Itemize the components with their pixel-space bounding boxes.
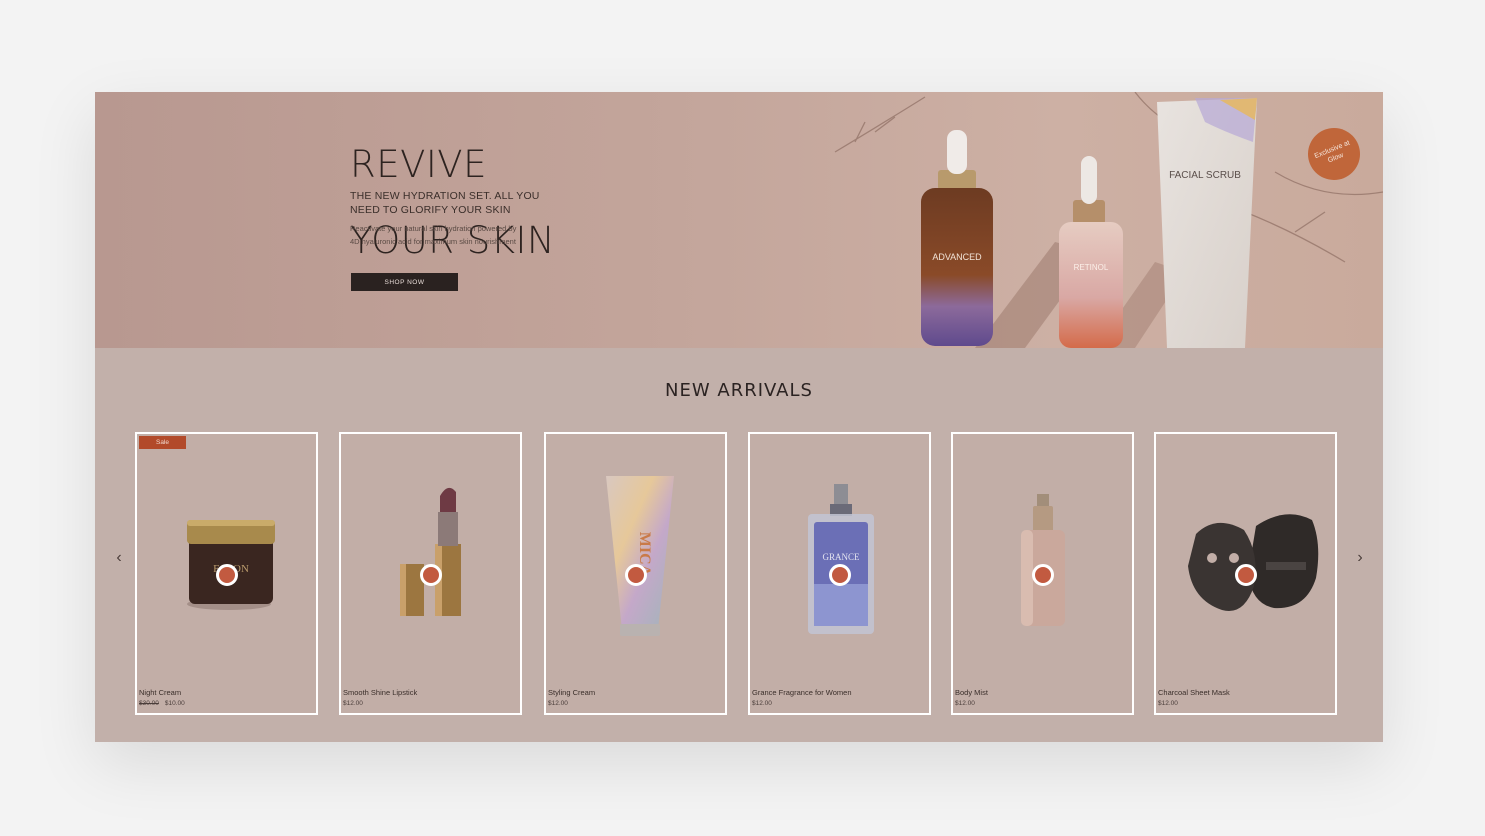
product-sale-price: $10.00 [164, 700, 185, 707]
shop-now-button[interactable]: SHOP NOW [351, 273, 458, 291]
product-price: $12.00 [752, 700, 772, 707]
charcoal-sheet-mask-image [1188, 514, 1319, 611]
body-mist-bottle-image [1021, 494, 1065, 626]
fragrance-bottle-image: GRANCE [808, 484, 874, 634]
product-hotspot[interactable] [829, 564, 851, 586]
product-price: $12.00 [955, 700, 975, 707]
carousel-next-button[interactable]: › [1350, 548, 1370, 568]
styling-cream-tube-image: MICA [606, 476, 674, 636]
svg-text:FACIAL SCRUB: FACIAL SCRUB [1169, 170, 1241, 181]
product-name: Smooth Shine Lipstick [343, 688, 418, 697]
carousel-prev-button[interactable]: ‹ [109, 548, 129, 568]
product-card-body-mist[interactable]: Body Mist $12.00 [951, 432, 1134, 715]
serum-bottle-advanced: ADVANCED [921, 130, 993, 346]
product-price: $30.00 $10.00 [139, 700, 185, 707]
chevron-right-icon: › [1357, 549, 1363, 566]
sale-badge: Sale [139, 436, 186, 449]
hero-description: Reactivate your natural skin hydration p… [350, 224, 517, 246]
product-hotspot[interactable] [1235, 564, 1257, 586]
svg-text:ADVANCED: ADVANCED [932, 252, 982, 262]
product-name: Charcoal Sheet Mask [1158, 688, 1230, 697]
product-hotspot[interactable] [1032, 564, 1054, 586]
product-hotspot[interactable] [420, 564, 442, 586]
chevron-left-icon: ‹ [116, 549, 122, 566]
hero-product-illustration: ADVANCED RETINOL FACIAL SCRUB [834, 92, 1383, 348]
product-name: Grance Fragrance for Women [752, 688, 852, 697]
product-price: $12.00 [343, 700, 363, 707]
hero-title-line-1: REVIVE [350, 143, 487, 186]
night-cream-jar-image: FALON [187, 520, 275, 610]
hero-subtitle: THE NEW HYDRATION SET. ALL YOU NEED TO G… [350, 190, 540, 216]
product-price: $12.00 [1158, 700, 1178, 707]
product-card-lipstick[interactable]: Smooth Shine Lipstick $12.00 [339, 432, 522, 715]
product-name: Styling Cream [548, 688, 596, 697]
svg-text:RETINOL: RETINOL [1074, 263, 1109, 272]
hero-banner: ADVANCED RETINOL FACIAL SCRUB REVIVE YOU… [95, 92, 1383, 348]
product-hotspot[interactable] [625, 564, 647, 586]
product-card-fragrance[interactable]: GRANCE Grance Fragrance for Women $12.00 [748, 432, 931, 715]
product-old-price: $30.00 [139, 700, 159, 707]
product-hotspot[interactable] [216, 564, 238, 586]
product-card-sheet-mask[interactable]: Charcoal Sheet Mask $12.00 [1154, 432, 1337, 715]
product-price: $12.00 [548, 700, 568, 707]
product-card-night-cream[interactable]: FALON Sale Night Cream $30.00 $10.00 [135, 432, 318, 715]
lipstick-image [400, 487, 461, 616]
product-card-styling-cream[interactable]: MICA Styling Cream $12.00 [544, 432, 727, 715]
product-name: Body Mist [955, 688, 988, 697]
new-arrivals-title: NEW ARRIVALS [665, 380, 813, 401]
product-name: Night Cream [139, 688, 182, 697]
facial-scrub-tube: FACIAL SCRUB [1157, 98, 1257, 348]
serum-bottle-retinol: RETINOL [1059, 156, 1123, 348]
site-page: ADVANCED RETINOL FACIAL SCRUB REVIVE YOU… [95, 92, 1383, 742]
svg-text:GRANCE: GRANCE [822, 552, 860, 562]
